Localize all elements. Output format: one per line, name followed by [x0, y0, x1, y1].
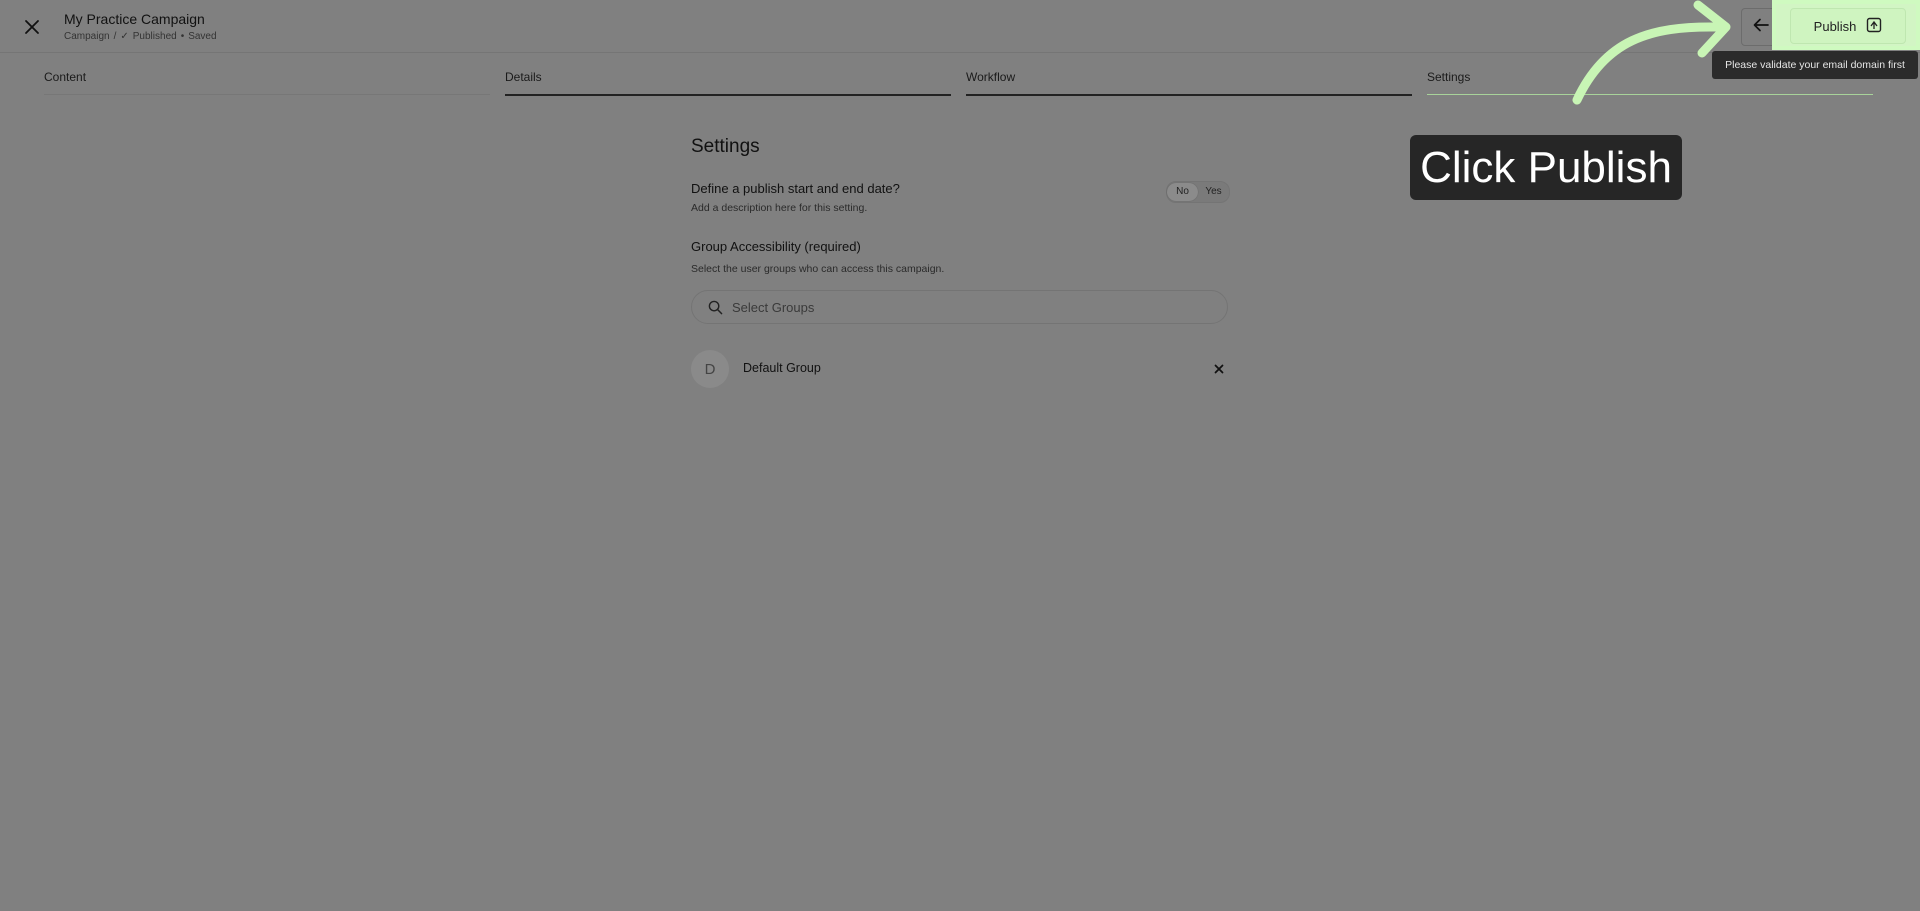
instruction-callout: Click Publish — [1410, 135, 1682, 200]
